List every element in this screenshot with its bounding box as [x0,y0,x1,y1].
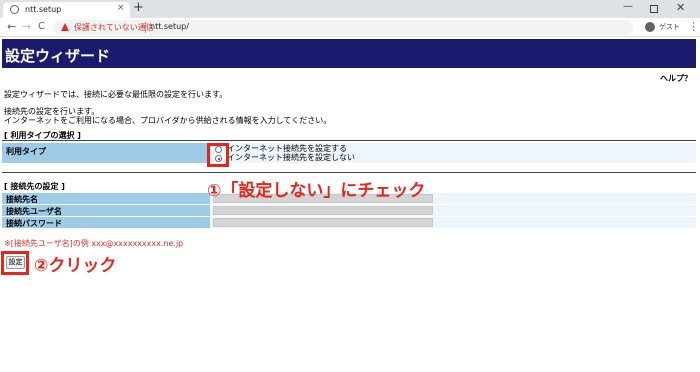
url-divider [145,22,146,33]
annotation-step2: ②クリック [34,256,117,276]
connection-description-line1: 接続先の設定を行います。 [4,107,100,116]
profile-avatar-icon[interactable] [645,22,655,32]
browser-tab[interactable]: ntt.setup × [3,2,130,18]
help-link[interactable]: ヘルプ？ [660,73,692,84]
connection-password-label: 接続パスワード [2,217,210,228]
browser-menu-icon[interactable]: ⋮ [688,20,699,33]
connection-password-row: 接続パスワード [2,217,696,228]
intro-text: 設定ウィザードでは、接続に必要な最低限の設定を行います。 [4,90,228,99]
browser-tab-bar: ntt.setup × + — ✕ [0,0,700,18]
url-text[interactable]: ntt.setup/ [150,22,189,31]
new-tab-icon[interactable]: + [133,1,144,15]
back-arrow-icon[interactable]: ← [7,20,16,34]
title-banner: 設定ウィザード [2,39,696,68]
connection-password-input[interactable] [213,218,433,227]
connection-section-title: [ 接続先の設定 ] [4,182,65,191]
page-title: 設定ウィザード [5,47,111,65]
site-favicon-icon [10,5,19,14]
annotation-highlight-radio [207,143,229,167]
tab-title: ntt.setup [25,5,62,14]
annotation-step1: ①「設定しない」にチェック [207,181,426,201]
connection-user-row: 接続先ユーザ名 [2,205,696,216]
reload-icon[interactable]: C [38,20,45,34]
connection-name-label: 接続先名 [2,193,210,204]
window-maximize-icon[interactable] [650,5,658,13]
connection-section-divider [2,172,696,173]
username-example-note: ※[接続先ユーザ名]の例 xxx@xxxxxxxxxx.ne.jp [4,239,184,248]
usage-type-label: 利用タイプ [2,143,210,163]
forward-arrow-icon[interactable]: → [22,20,31,34]
window-minimize-icon[interactable]: — [623,1,633,12]
connection-description-line2: インターネットをご利用になる場合、プロバイダから供給される情報を入力してください… [4,116,332,125]
address-bar[interactable]: 保護されていない通信 ntt.setup/ [53,20,633,35]
connection-description: 接続先の設定を行います。 インターネットをご利用になる場合、プロバイダから供給さ… [4,107,331,125]
window-close-icon[interactable]: ✕ [676,1,685,14]
tab-close-icon[interactable]: × [117,3,125,13]
connection-user-input[interactable] [213,206,433,215]
browser-toolbar: ← → C 保護されていない通信 ntt.setup/ ゲスト ⋮ [0,18,700,37]
warning-icon [61,23,69,31]
usage-section-divider [2,140,696,141]
connection-user-label: 接続先ユーザ名 [2,205,210,216]
annotation-highlight-button [1,251,29,275]
page-content: 設定ウィザード ヘルプ？ 設定ウィザードでは、接続に必要な最低限の設定を行います… [0,37,700,372]
option-no-connection-label: インターネット接続先を設定しない [227,153,355,162]
profile-label[interactable]: ゲスト [659,22,680,32]
usage-type-row: 利用タイプ インターネット接続先を設定する インターネット接続先を設定しない [2,143,696,163]
security-warning[interactable]: 保護されていない通信 [74,22,154,33]
